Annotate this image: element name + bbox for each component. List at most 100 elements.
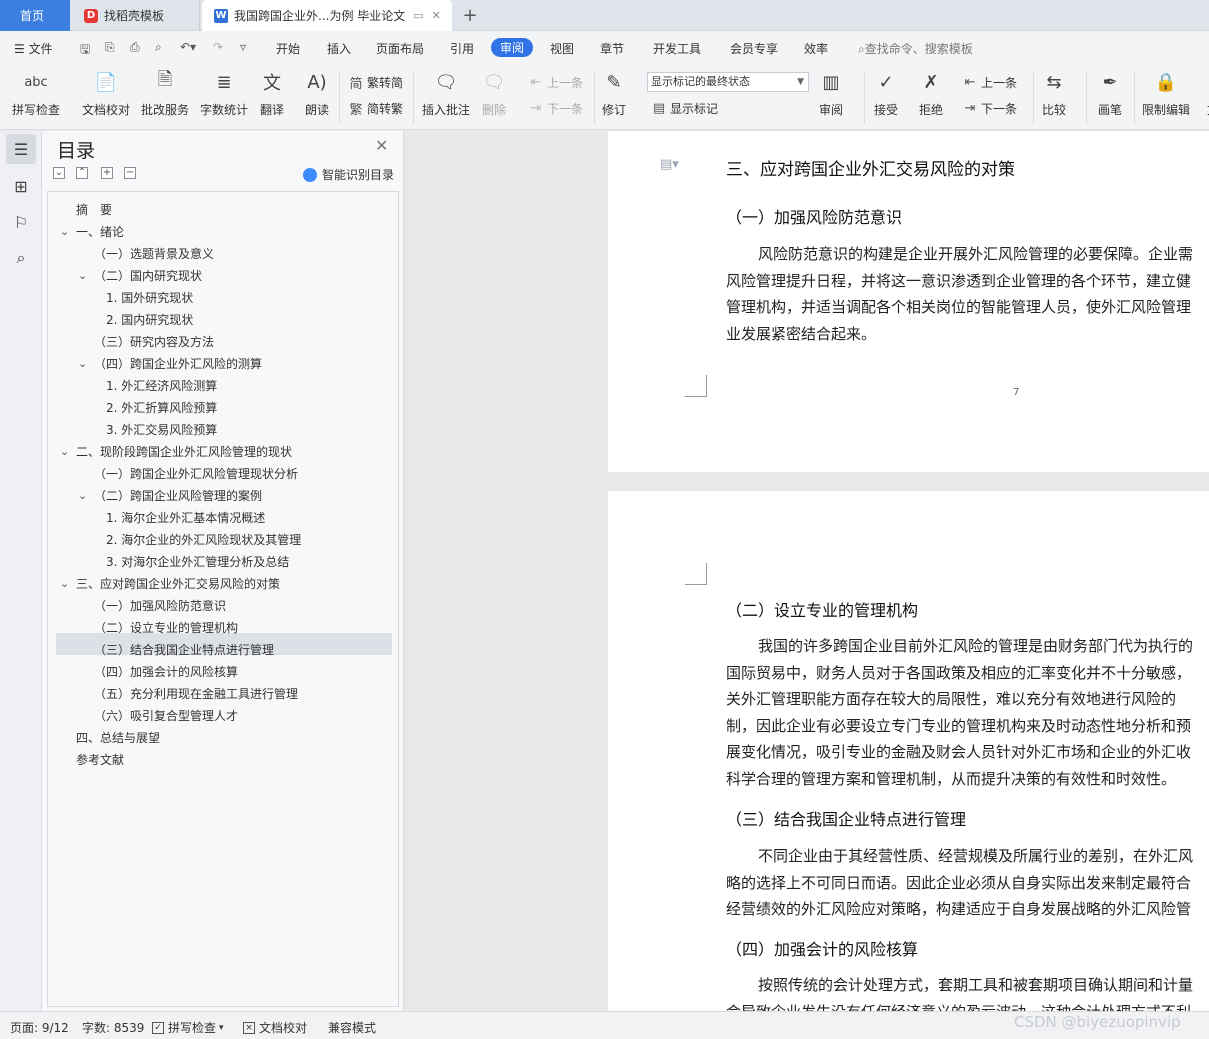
toc-item[interactable]: 摘 要 <box>76 199 112 221</box>
chevron-down-icon[interactable]: ⌄ <box>78 485 87 507</box>
more-ribbon-button[interactable]: ▯文 <box>1200 69 1209 118</box>
chevron-down-icon[interactable]: ⌄ <box>60 573 69 595</box>
word-count-indicator[interactable]: 字数: 8539 <box>82 1019 144 1036</box>
chevron-down-icon[interactable]: ⌄ <box>78 265 87 287</box>
toc-item[interactable]: 2. 外汇折算风险预算 <box>106 397 217 419</box>
more-quick-icon[interactable]: ▿ <box>240 40 246 54</box>
export-pdf-icon[interactable]: ⎘ <box>105 40 115 55</box>
expand-up-icon[interactable]: ⌃ <box>76 167 88 179</box>
compare-button[interactable]: ⇆ 比较 <box>1041 69 1067 118</box>
spell-check-toggle[interactable]: ✓ 拼写检查 ▾ <box>152 1019 224 1036</box>
text-line: 我国的许多跨国企业目前外汇风险的管理是由财务部门代为执行的 <box>758 637 1194 655</box>
prev-change-button[interactable]: ⇤ 上一条 <box>962 74 1017 91</box>
show-markup-button[interactable]: ▤ 显示标记 <box>651 100 718 117</box>
toc-item[interactable]: 1. 外汇经济风险测算 <box>106 375 217 397</box>
translate-button[interactable]: 文翻译 <box>259 69 285 118</box>
menu-developer[interactable]: 开发工具 <box>653 40 701 57</box>
print-preview-icon[interactable]: ⌕ <box>155 40 162 55</box>
toc-item[interactable]: 3. 对海尔企业外汇管理分析及总结 <box>106 551 289 573</box>
save-icon[interactable]: 🖫 <box>80 40 90 61</box>
toc-item[interactable]: （二）跨国企业风险管理的案例 <box>94 485 262 507</box>
chevron-down-icon[interactable]: ⌄ <box>60 221 69 243</box>
menu-references[interactable]: 引用 <box>450 40 474 57</box>
add-level-icon[interactable]: + <box>101 167 113 179</box>
toc-item[interactable]: （三）研究内容及方法 <box>94 331 214 353</box>
new-tab-button[interactable]: + <box>458 0 482 31</box>
batch-service-button[interactable]: 🗎 批改服务 <box>141 69 189 118</box>
menu-view[interactable]: 视图 <box>550 40 574 57</box>
smart-toc-button[interactable]: 智能识别目录 <box>303 166 394 183</box>
menu-insert[interactable]: 插入 <box>327 40 351 57</box>
toc-item[interactable]: （一）加强风险防范意识 <box>94 595 226 617</box>
toc-item[interactable]: 二、现阶段跨国企业外汇风险管理的现状 <box>76 441 292 463</box>
tab-home[interactable]: 首页 <box>0 0 70 31</box>
toc-item[interactable]: 参考文献 <box>76 749 124 771</box>
collapse-all-icon[interactable]: ⌄ <box>53 167 65 179</box>
toc-item[interactable]: 一、绪论 <box>76 221 124 243</box>
delete-comment-button[interactable]: 🗨 删除 <box>481 69 507 118</box>
spell-check-button[interactable]: abc 拼写检查 <box>12 69 60 118</box>
restrict-edit-button[interactable]: 🔒 限制编辑 <box>1142 69 1190 118</box>
toc-item-active[interactable]: 三、应对跨国企业外汇交易风险的对策 <box>76 573 280 595</box>
menu-review[interactable]: 审阅 <box>491 38 534 57</box>
track-changes-button[interactable]: ✎ 修订 <box>601 69 627 118</box>
menu-efficiency[interactable]: 效率 <box>804 40 828 57</box>
remove-level-icon[interactable]: − <box>124 167 136 179</box>
reject-button[interactable]: ✗ 拒绝 <box>918 69 944 118</box>
next-change-button[interactable]: ⇥ 下一条 <box>962 100 1017 117</box>
markup-state-select[interactable]: 显示标记的最终状态 ▼ <box>647 72 809 92</box>
toc-item[interactable]: 1. 国外研究现状 <box>106 287 193 309</box>
page-indicator[interactable]: 页面: 9/12 <box>10 1019 69 1036</box>
review-pane-button[interactable]: ▥ 审阅 <box>818 69 844 118</box>
toc-item[interactable]: （三）结合我国企业特点进行管理 <box>94 639 274 661</box>
close-icon[interactable]: ✕ <box>375 136 388 155</box>
menu-layout[interactable]: 页面布局 <box>376 40 424 57</box>
toc-item[interactable]: （五）充分利用现在金融工具进行管理 <box>94 683 298 705</box>
toc-item[interactable]: 四、总结与展望 <box>76 727 160 749</box>
doc-proof-button[interactable]: 📄 文档校对 <box>82 69 130 118</box>
bookmark-icon[interactable]: ⚐ <box>6 207 36 237</box>
close-tab-icon[interactable]: ✕ <box>432 9 441 22</box>
toc-item[interactable]: 1. 海尔企业外汇基本情况概述 <box>106 507 265 529</box>
read-aloud-button[interactable]: A) 朗读 <box>304 69 330 118</box>
accept-button[interactable]: ✓ 接受 <box>873 69 899 118</box>
pen-button[interactable]: ✒ 画笔 <box>1097 69 1123 118</box>
page[interactable]: （二）设立专业的管理机构 我国的许多跨国企业目前外汇风险的管理是由财务部门代为执… <box>608 491 1209 1011</box>
tab-document[interactable]: W 我国跨国企业外...为例 毕业论文 ▭ ✕ <box>202 0 452 31</box>
undo-icon[interactable]: ↶▾ <box>180 40 196 54</box>
toc-item[interactable]: （六）吸引复合型管理人才 <box>94 705 238 727</box>
print-icon[interactable]: ⎙ <box>130 40 140 55</box>
toc-nav-icon[interactable]: ☰ <box>6 134 36 164</box>
chevron-down-icon[interactable]: ⌄ <box>60 441 69 463</box>
command-search[interactable]: ⌕查找命令、搜索模板 <box>858 40 973 57</box>
chevron-down-icon[interactable]: ⌄ <box>78 353 87 375</box>
toc-item[interactable]: （四）加强会计的风险核算 <box>94 661 238 683</box>
redo-icon[interactable]: ↷ <box>213 40 223 54</box>
prev-comment-button[interactable]: ⇤ 上一条 <box>528 74 583 91</box>
next-comment-button[interactable]: ⇥ 下一条 <box>528 100 583 117</box>
toc-item[interactable]: （二）国内研究现状 <box>94 265 202 287</box>
simp-to-trad-button[interactable]: 繁简转繁 <box>348 100 403 118</box>
chapter-nav-icon[interactable]: ⊞ <box>6 171 36 201</box>
menu-chapter[interactable]: 章节 <box>600 40 624 57</box>
toc-item[interactable]: （一）跨国企业外汇风险管理现状分析 <box>94 463 298 485</box>
trad-to-simp-button[interactable]: 简繁转简 <box>348 74 403 92</box>
toc-item[interactable]: （二）设立专业的管理机构 <box>94 617 238 639</box>
menu-member[interactable]: 会员专享 <box>730 40 778 57</box>
toc-item[interactable]: （一）选题背景及意义 <box>94 243 214 265</box>
toc-item[interactable]: 3. 外汇交易风险预算 <box>106 419 217 441</box>
doc-proof-toggle[interactable]: × 文档校对 <box>243 1019 307 1036</box>
menu-start[interactable]: 开始 <box>276 40 300 57</box>
window-icon[interactable]: ▭ <box>413 9 423 22</box>
file-menu[interactable]: ☰ 文件 <box>14 40 53 57</box>
toc-item[interactable]: （四）跨国企业外汇风险的测算 <box>94 353 262 375</box>
toc-item[interactable]: 2. 海尔企业的外汇风险现状及其管理 <box>106 529 301 551</box>
insert-comment-button[interactable]: 🗨 插入批注 <box>422 69 470 118</box>
page-nav-icon[interactable]: ▤▾ <box>660 157 679 172</box>
toc-item[interactable]: 2. 国内研究现状 <box>106 309 193 331</box>
word-count-button[interactable]: ≣ 字数统计 <box>200 69 248 118</box>
tab-templates[interactable]: D 找稻壳模板 <box>72 0 200 31</box>
page[interactable]: ▤▾ 三、应对跨国企业外汇交易风险的对策 （一）加强风险防范意识 风险防范意识的… <box>608 131 1209 472</box>
search-icon[interactable]: ⌕ <box>6 243 36 273</box>
document-canvas[interactable]: ▤▾ 三、应对跨国企业外汇交易风险的对策 （一）加强风险防范意识 风险防范意识的… <box>405 131 1209 1011</box>
